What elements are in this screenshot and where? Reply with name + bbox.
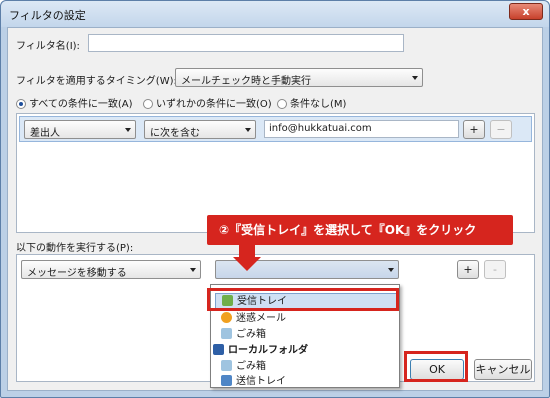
minus-icon: − [496, 123, 506, 136]
folder-item-label: 迷惑メール [236, 313, 286, 324]
timing-label: フィルタを適用するタイミング(W): [16, 76, 177, 87]
condition-operator-value: に次を含む [150, 128, 200, 139]
cancel-button[interactable]: キャンセル [474, 359, 532, 380]
chevron-down-icon [412, 76, 418, 80]
radio-unselected-icon [277, 99, 287, 109]
local-folder-icon [213, 344, 224, 355]
chevron-down-icon [245, 128, 251, 132]
instruction-callout: ②『受信トレイ』を選択して『OK』をクリック [207, 215, 513, 245]
filter-name-input[interactable] [88, 34, 404, 52]
folder-item-label: ごみ箱 [236, 329, 266, 340]
radio-selected-icon [16, 99, 26, 109]
folder-item-label: ローカルフォルダ [228, 345, 308, 356]
remove-condition-button[interactable]: − [490, 120, 512, 139]
condition-row[interactable]: 差出人 に次を含む info@hukkatuai.com + − [19, 116, 532, 142]
filter-settings-dialog: フィルタの設定 x フィルタ名(I): フィルタを適用するタイミング(W): メ… [0, 0, 550, 398]
down-arrow-head-icon [233, 257, 261, 271]
trash-icon [221, 360, 232, 371]
folder-item-label: 送信トレイ [236, 376, 286, 387]
chevron-down-icon [388, 268, 394, 272]
window-title: フィルタの設定 [9, 9, 86, 22]
timing-select[interactable]: メールチェック時と手動実行 [175, 68, 423, 87]
actions-label: 以下の動作を実行する(P): [16, 243, 134, 254]
inbox-highlight-box [207, 288, 399, 311]
folder-item-junk[interactable]: 迷惑メール [221, 311, 286, 327]
ok-highlight-box [404, 351, 468, 382]
add-condition-button[interactable]: + [463, 120, 485, 139]
condition-operator-select[interactable]: に次を含む [144, 120, 256, 139]
chevron-down-icon [190, 268, 196, 272]
condition-field-select[interactable]: 差出人 [24, 120, 136, 139]
plus-icon: + [469, 123, 479, 136]
folder-item-local-trash[interactable]: ごみ箱 [221, 359, 266, 375]
title-bar[interactable]: フィルタの設定 x [1, 1, 549, 27]
action-type-value: メッセージを移動する [27, 268, 127, 279]
close-button[interactable]: x [509, 3, 543, 20]
chevron-down-icon [125, 128, 131, 132]
condition-value-input[interactable]: info@hukkatuai.com [264, 120, 459, 138]
close-icon: x [522, 5, 530, 18]
down-arrow-icon [239, 245, 255, 257]
add-action-button[interactable]: + [457, 260, 479, 279]
radio-none-label: 条件なし(M) [290, 99, 347, 110]
timing-select-value: メールチェック時と手動実行 [181, 76, 311, 87]
radio-any-label: いずれかの条件に一致(O) [156, 99, 272, 110]
trash-icon [221, 328, 232, 339]
radio-all-label: すべての条件に一致(A) [29, 99, 133, 110]
filter-name-label: フィルタ名(I): [16, 41, 80, 52]
remove-action-button[interactable]: - [484, 260, 506, 279]
minus-icon: - [493, 263, 497, 276]
junk-icon [221, 312, 232, 323]
radio-no-condition[interactable]: 条件なし(M) [277, 95, 346, 110]
outbox-icon [221, 375, 232, 386]
dialog-body: フィルタ名(I): フィルタを適用するタイミング(W): メールチェック時と手動… [7, 27, 543, 391]
plus-icon: + [463, 263, 473, 276]
folder-item-outbox[interactable]: 送信トレイ [221, 374, 286, 390]
radio-any-condition[interactable]: いずれかの条件に一致(O) [143, 95, 272, 110]
action-type-select[interactable]: メッセージを移動する [21, 260, 201, 279]
condition-field-value: 差出人 [30, 128, 60, 139]
radio-all-conditions[interactable]: すべての条件に一致(A) [16, 95, 133, 110]
folder-item-local-folders[interactable]: ローカルフォルダ [213, 343, 308, 359]
radio-unselected-icon [143, 99, 153, 109]
folder-item-trash[interactable]: ごみ箱 [221, 327, 266, 343]
folder-item-label: ごみ箱 [236, 361, 266, 372]
